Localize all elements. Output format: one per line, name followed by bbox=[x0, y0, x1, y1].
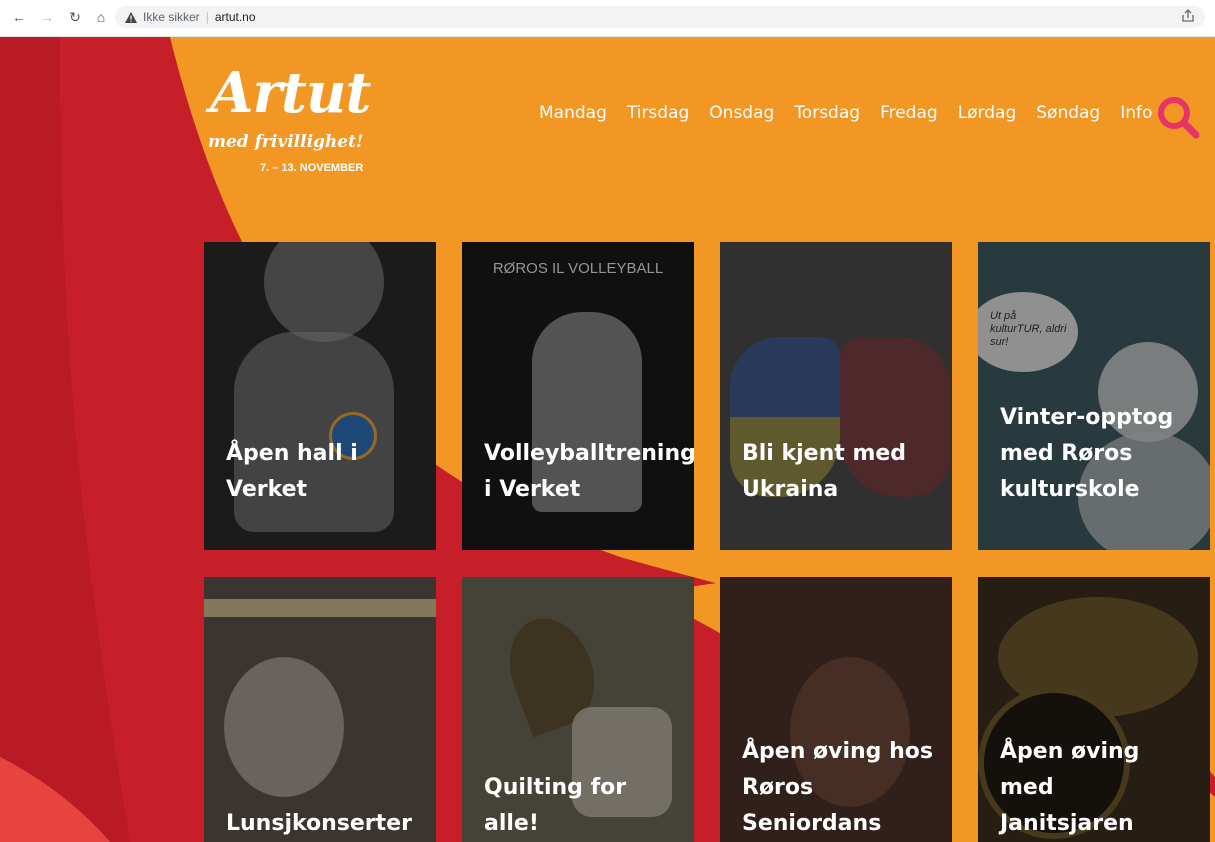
card-title-line: Åpen øving hos bbox=[742, 739, 933, 764]
search-icon[interactable] bbox=[1155, 94, 1201, 140]
card-title-line: Vinter-opptog bbox=[1000, 405, 1174, 430]
card-title: Lunsjkonserter bbox=[226, 806, 426, 842]
event-card-vinter-opptog[interactable]: Ut på kulturTUR, aldri sur! Vinter-oppto… bbox=[978, 242, 1210, 550]
event-card-janitsjaren[interactable]: Åpen øving med Janitsjaren bbox=[978, 577, 1210, 842]
browser-toolbar: ← → ↻ ⌂ Ikke sikker | artut.no bbox=[0, 0, 1215, 37]
card-title-line: kulturskole bbox=[1000, 477, 1140, 502]
home-icon[interactable]: ⌂ bbox=[92, 8, 110, 26]
event-card-lunsjkonserter[interactable]: Lunsjkonserter bbox=[204, 577, 436, 842]
main-menu: Mandag Tirsdag Onsdag Torsdag Fredag Lør… bbox=[539, 103, 1172, 123]
card-title-line: Røros bbox=[742, 775, 814, 800]
event-card-ukraina[interactable]: Bli kjent med Ukraina bbox=[720, 242, 952, 550]
card-title: Volleyballtrening i Verket bbox=[484, 436, 694, 508]
warning-icon bbox=[125, 11, 139, 23]
logo-dates: 7. – 13. NOVEMBER bbox=[260, 162, 364, 174]
menu-item-lordag[interactable]: Lørdag bbox=[958, 103, 1017, 123]
event-card-quilting[interactable]: Quilting for alle! bbox=[462, 577, 694, 842]
page-content: Artut med frivillighet! 7. – 13. NOVEMBE… bbox=[0, 37, 1215, 842]
event-card-seniordans[interactable]: Åpen øving hos Røros Seniordans bbox=[720, 577, 952, 842]
card-title: Bli kjent med Ukraina bbox=[742, 436, 942, 508]
menu-item-onsdag[interactable]: Onsdag bbox=[709, 103, 774, 123]
menu-item-mandag[interactable]: Mandag bbox=[539, 103, 607, 123]
address-bar[interactable]: Ikke sikker | artut.no bbox=[115, 6, 1205, 28]
logo-title: Artut bbox=[210, 60, 371, 126]
card-title: Vinter-opptog med Røros kulturskole bbox=[1000, 400, 1200, 508]
card-title: Quilting for alle! bbox=[484, 770, 684, 842]
card-title: Åpen hall i Verket bbox=[226, 436, 426, 508]
card-title-line: i Verket bbox=[484, 477, 581, 502]
menu-item-info[interactable]: Info bbox=[1120, 103, 1152, 123]
card-title: Åpen øving med Janitsjaren bbox=[1000, 734, 1200, 842]
card-title-line: Volleyballtrening bbox=[484, 441, 694, 466]
card-title-line: Ukraina bbox=[742, 477, 839, 502]
card-title-line: Quilting for alle! bbox=[484, 775, 627, 836]
card-title-line: Seniordans bbox=[742, 811, 882, 836]
event-card-aapen-hall[interactable]: Åpen hall i Verket bbox=[204, 242, 436, 550]
menu-item-fredag[interactable]: Fredag bbox=[880, 103, 938, 123]
address-separator: | bbox=[205, 10, 209, 24]
card-overlay bbox=[204, 577, 436, 842]
share-icon[interactable] bbox=[1181, 9, 1195, 26]
card-title-line: Lunsjkonserter bbox=[226, 811, 412, 836]
artut-logo[interactable]: Artut med frivillighet! 7. – 13. NOVEMBE… bbox=[200, 52, 390, 177]
menu-item-sondag[interactable]: Søndag bbox=[1036, 103, 1100, 123]
card-title-line: Åpen hall i Verket bbox=[226, 441, 358, 502]
reload-icon[interactable]: ↻ bbox=[66, 8, 84, 26]
logo-subtitle: med frivillighet! bbox=[208, 132, 364, 152]
security-label: Ikke sikker bbox=[143, 10, 200, 24]
card-title: Åpen øving hos Røros Seniordans bbox=[742, 734, 942, 842]
card-title-line: Åpen øving med bbox=[1000, 739, 1140, 800]
card-title-line: Janitsjaren bbox=[1000, 811, 1134, 836]
menu-item-tirsdag[interactable]: Tirsdag bbox=[627, 103, 689, 123]
card-title-line: Bli kjent med bbox=[742, 441, 907, 466]
back-arrow-icon[interactable]: ← bbox=[10, 8, 28, 26]
card-title-line: med Røros bbox=[1000, 441, 1133, 466]
url-text[interactable]: artut.no bbox=[215, 10, 256, 24]
menu-item-torsdag[interactable]: Torsdag bbox=[794, 103, 860, 123]
event-card-volleyball[interactable]: RØROS IL VOLLEYBALL Volleyballtrening i … bbox=[462, 242, 694, 550]
forward-arrow-icon[interactable]: → bbox=[38, 8, 56, 26]
